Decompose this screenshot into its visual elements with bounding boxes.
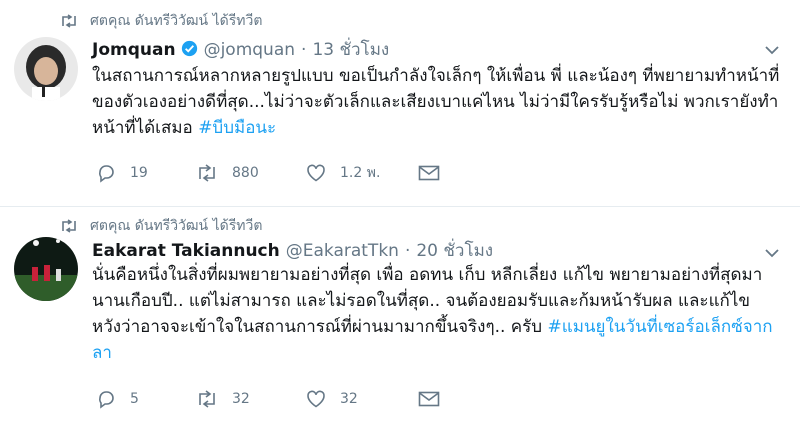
avatar[interactable] <box>14 237 78 301</box>
verified-badge-icon <box>181 40 198 62</box>
tweet[interactable]: ศตคุณ ดันทรีวิวัฒน์ ได้รีทวีต Jomquan @j… <box>0 0 800 207</box>
retweet-icon <box>199 164 215 182</box>
separator: · <box>301 40 307 60</box>
retweet-notice[interactable]: ศตคุณ ดันทรีวิวัฒน์ ได้รีทวีต <box>60 10 262 32</box>
tweet-actions: 19 880 1.2 พ. <box>96 162 454 184</box>
tweet-actions: 5 32 32 <box>96 389 454 409</box>
like-button[interactable]: 32 <box>306 390 418 408</box>
direct-message-button[interactable] <box>418 165 454 181</box>
retweet-count: 880 <box>232 165 259 181</box>
reply-icon <box>99 391 114 409</box>
retweet-button[interactable]: 32 <box>196 390 306 408</box>
hashtag-link[interactable]: #บีบมือนะ <box>198 118 276 138</box>
message-icon <box>418 165 440 181</box>
reply-button[interactable]: 19 <box>96 163 196 183</box>
retweet-count: 32 <box>232 391 250 407</box>
chevron-down-icon[interactable] <box>764 245 780 261</box>
like-count: 1.2 พ. <box>340 165 381 181</box>
chevron-down-icon[interactable] <box>764 42 780 58</box>
reply-count: 19 <box>130 165 148 181</box>
timestamp[interactable]: 13 ชั่วโมง <box>312 36 389 63</box>
retweet-button[interactable]: 880 <box>196 164 306 182</box>
tweet-body: ในสถานการณ์หลากหลายรูปแบบ ขอเป็นกำลังใจเ… <box>92 66 780 138</box>
like-count: 32 <box>340 391 358 407</box>
like-icon <box>307 390 325 408</box>
tweet-header: Eakarat Takiannuch @EakaratTkn · 20 ชั่ว… <box>92 237 493 264</box>
retweet-icon <box>199 390 215 408</box>
message-icon <box>418 391 440 407</box>
direct-message-button[interactable] <box>418 391 454 407</box>
handle[interactable]: @jomquan <box>204 40 295 60</box>
tweet-text: ในสถานการณ์หลากหลายรูปแบบ ขอเป็นกำลังใจเ… <box>92 63 782 141</box>
tweet-header: Jomquan @jomquan · 13 ชั่วโมง <box>92 36 389 63</box>
reply-count: 5 <box>130 391 139 407</box>
display-name[interactable]: Jomquan <box>92 40 176 60</box>
like-button[interactable]: 1.2 พ. <box>306 162 418 184</box>
handle[interactable]: @EakaratTkn <box>286 241 399 261</box>
reply-button[interactable]: 5 <box>96 389 196 409</box>
retweet-notice[interactable]: ศตคุณ ดันทรีวิวัฒน์ ได้รีทวีต <box>60 215 262 237</box>
display-name[interactable]: Eakarat Takiannuch <box>92 241 280 261</box>
retweet-icon <box>62 14 76 28</box>
separator: · <box>404 241 411 261</box>
avatar[interactable] <box>14 37 78 101</box>
reply-icon <box>99 165 114 183</box>
tweet[interactable]: ศตคุณ ดันทรีวิวัฒน์ ได้รีทวีต Eakarat Ta… <box>0 207 800 422</box>
timestamp[interactable]: 20 ชั่วโมง <box>416 237 493 264</box>
retweet-notice-text: ศตคุณ ดันทรีวิวัฒน์ ได้รีทวีต <box>90 218 263 234</box>
tweet-text: นั่นคือหนึ่งในสิ่งที่ผมพยายามอย่างที่สุด… <box>92 262 782 366</box>
retweet-icon <box>62 219 76 233</box>
like-icon <box>307 164 325 182</box>
retweet-notice-text: ศตคุณ ดันทรีวิวัฒน์ ได้รีทวีต <box>90 13 263 29</box>
